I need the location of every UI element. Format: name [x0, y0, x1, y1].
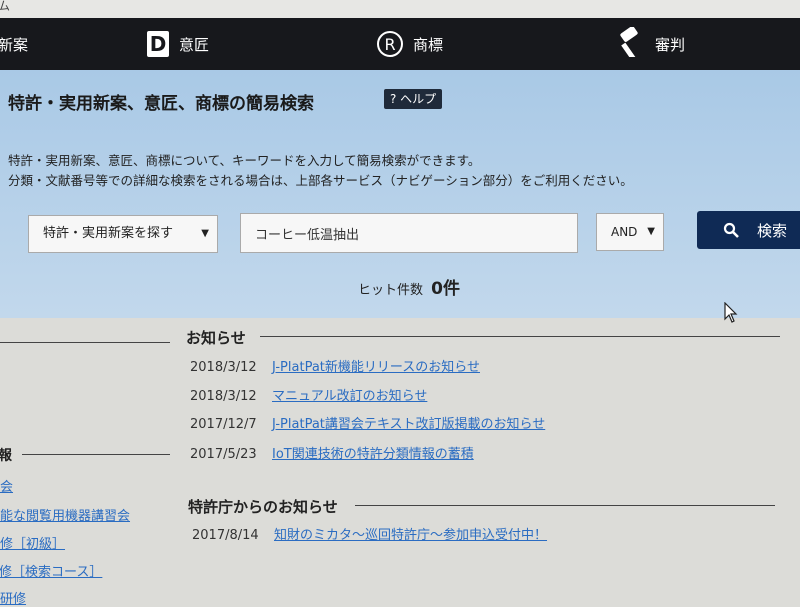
nav-trial[interactable]: 審判: [613, 18, 685, 70]
nav-design-label: 意匠: [179, 35, 210, 54]
category-select-value: 特許・実用新案を探す: [43, 226, 174, 241]
keyword-input[interactable]: [240, 213, 578, 253]
news-item: 2018/3/12 J-PlatPat新機能リリースのお知らせ: [190, 356, 480, 375]
operator-select-value: AND: [611, 225, 638, 239]
search-button[interactable]: 検索: [697, 211, 800, 249]
help-button[interactable]: ? ヘルプ: [384, 89, 443, 109]
search-icon: [723, 222, 739, 238]
hit-count-label: ヒット件数: [358, 283, 424, 298]
news-item: 2018/3/12 マニュアル改訂のお知らせ: [190, 385, 427, 404]
top-strip: ム: [0, 0, 800, 18]
description-line-1: 特許・実用新案、意匠、商標について、キーワードを入力して簡易検索ができます。: [8, 153, 481, 168]
simple-search-panel: 特許・実用新案、意匠、商標の簡易検索 ? ヘルプ 特許・実用新案、意匠、商標につ…: [0, 70, 800, 318]
sidebar-divider: [0, 342, 170, 343]
news-date: 2017/5/23: [190, 447, 257, 462]
dropdown-arrow-icon: ▼: [201, 228, 209, 239]
news-link[interactable]: IoT関連技術の特許分類情報の蓄積: [272, 447, 474, 462]
news-date: 2018/3/12: [190, 360, 257, 375]
top-fragment: ム: [0, 0, 11, 13]
jpo-news-date: 2017/8/14: [192, 528, 259, 543]
description-line-2: 分類・文献番号等での詳細な検索をされる場合は、上部各サービス（ナビゲーション部分…: [8, 173, 633, 188]
jpo-news-link[interactable]: 知財のミカタ～巡回特許庁～参加申込受付中！: [274, 528, 547, 543]
news-item: 2017/5/23 IoT関連技術の特許分類情報の蓄積: [190, 443, 474, 462]
search-button-label: 検索: [757, 221, 788, 240]
jpo-news-heading-rule: [355, 505, 775, 506]
sidebar-link[interactable]: 研修: [0, 588, 26, 607]
sidebar-link[interactable]: 会: [0, 476, 13, 495]
nav-utility-model[interactable]: 新案: [0, 18, 28, 70]
news-link[interactable]: J-PlatPat講習会テキスト改訂版掲載のお知らせ: [272, 417, 545, 432]
news-heading: お知らせ: [186, 329, 246, 347]
nav-utility-model-label: 新案: [0, 35, 29, 54]
sidebar-link[interactable]: 能な閲覧用機器講習会: [0, 505, 130, 524]
news-item: 2017/12/7 J-PlatPat講習会テキスト改訂版掲載のお知らせ: [190, 413, 545, 432]
dropdown-arrow-icon: ▼: [647, 226, 655, 237]
gavel-icon: [613, 26, 645, 61]
trademark-r-icon: R: [377, 31, 403, 57]
news-date: 2017/12/7: [190, 417, 257, 432]
news-date: 2018/3/12: [190, 389, 257, 404]
jpo-news-item: 2017/8/14 知財のミカタ～巡回特許庁～参加申込受付中！: [192, 524, 547, 543]
nav-trademark[interactable]: R 商標: [377, 18, 443, 70]
sidebar-link[interactable]: 修［初級］: [0, 533, 65, 552]
category-select[interactable]: 特許・実用新案を探す ▼: [28, 215, 218, 253]
hit-count-value: 0件: [431, 279, 460, 299]
news-heading-rule: [260, 336, 780, 337]
mouse-cursor-icon: [724, 302, 738, 323]
news-link[interactable]: J-PlatPat新機能リリースのお知らせ: [272, 360, 480, 375]
sidebar-link[interactable]: 研修［検索コース］: [0, 561, 102, 580]
nav-design[interactable]: D 意匠: [147, 18, 209, 70]
operator-select[interactable]: AND ▼: [596, 213, 664, 251]
jpo-news-heading: 特許庁からのお知らせ: [188, 498, 338, 516]
nav-trial-label: 審判: [655, 35, 686, 54]
nav-trademark-label: 商標: [413, 35, 444, 54]
page-title: 特許・実用新案、意匠、商標の簡易検索: [8, 94, 314, 114]
sidebar-heading-rule: [22, 454, 170, 455]
design-d-icon: D: [147, 31, 169, 57]
main-navigation: 新案 D 意匠 R 商標 審判: [0, 18, 800, 70]
sidebar-heading: 報: [0, 448, 12, 464]
news-link[interactable]: マニュアル改訂のお知らせ: [272, 389, 427, 404]
hit-count: ヒット件数 0件: [358, 274, 460, 299]
